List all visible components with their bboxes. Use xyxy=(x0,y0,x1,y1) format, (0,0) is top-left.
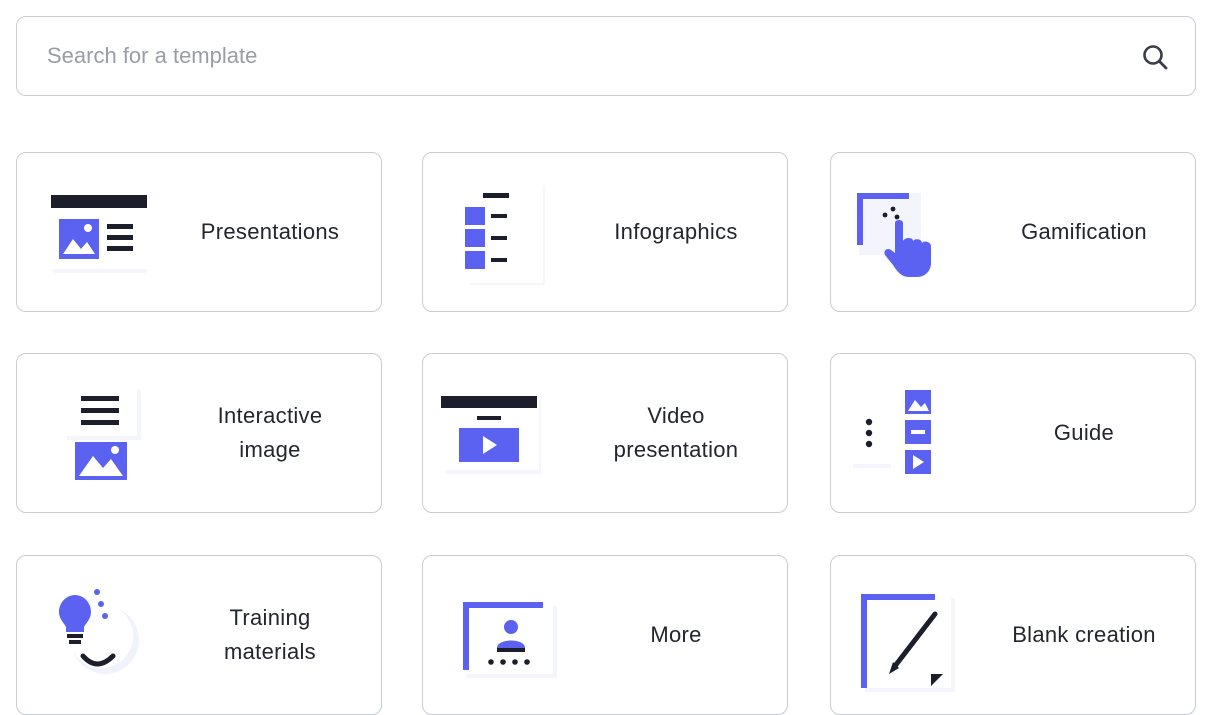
template-search[interactable] xyxy=(16,16,1196,96)
card-label: Guide xyxy=(1053,420,1115,445)
card-label: Video presentation xyxy=(613,403,739,462)
card-gamification[interactable]: Gamification xyxy=(830,152,1196,312)
infographic-icon xyxy=(465,183,545,285)
card-label: Training materials xyxy=(224,605,316,664)
training-icon xyxy=(59,589,139,674)
card-label: Infographics xyxy=(614,219,738,244)
more-icon xyxy=(463,602,557,678)
interactive-image-icon xyxy=(65,386,141,480)
card-more[interactable]: More xyxy=(422,555,788,715)
search-icon[interactable] xyxy=(1141,43,1169,71)
card-interactive-image[interactable]: Interactive image xyxy=(16,353,382,513)
card-label: Gamification xyxy=(1021,219,1147,244)
card-label: Interactive image xyxy=(217,403,323,462)
card-label: More xyxy=(650,622,702,647)
card-guide[interactable]: Guide xyxy=(830,353,1196,513)
video-presentation-icon xyxy=(441,396,541,474)
card-training-materials[interactable]: Training materials xyxy=(16,555,382,715)
card-infographics[interactable]: Infographics xyxy=(422,152,788,312)
search-input[interactable] xyxy=(47,17,1107,95)
card-blank-creation[interactable]: Blank creation xyxy=(830,555,1196,715)
card-label: Blank creation xyxy=(1012,622,1156,647)
blank-creation-icon xyxy=(861,594,955,692)
card-video-presentation[interactable]: Video presentation xyxy=(422,353,788,513)
card-presentations[interactable]: Presentations xyxy=(16,152,382,312)
card-label: Presentations xyxy=(200,219,340,244)
presentation-icon xyxy=(51,195,147,273)
gamification-icon xyxy=(857,193,931,277)
guide-icon xyxy=(851,384,943,482)
